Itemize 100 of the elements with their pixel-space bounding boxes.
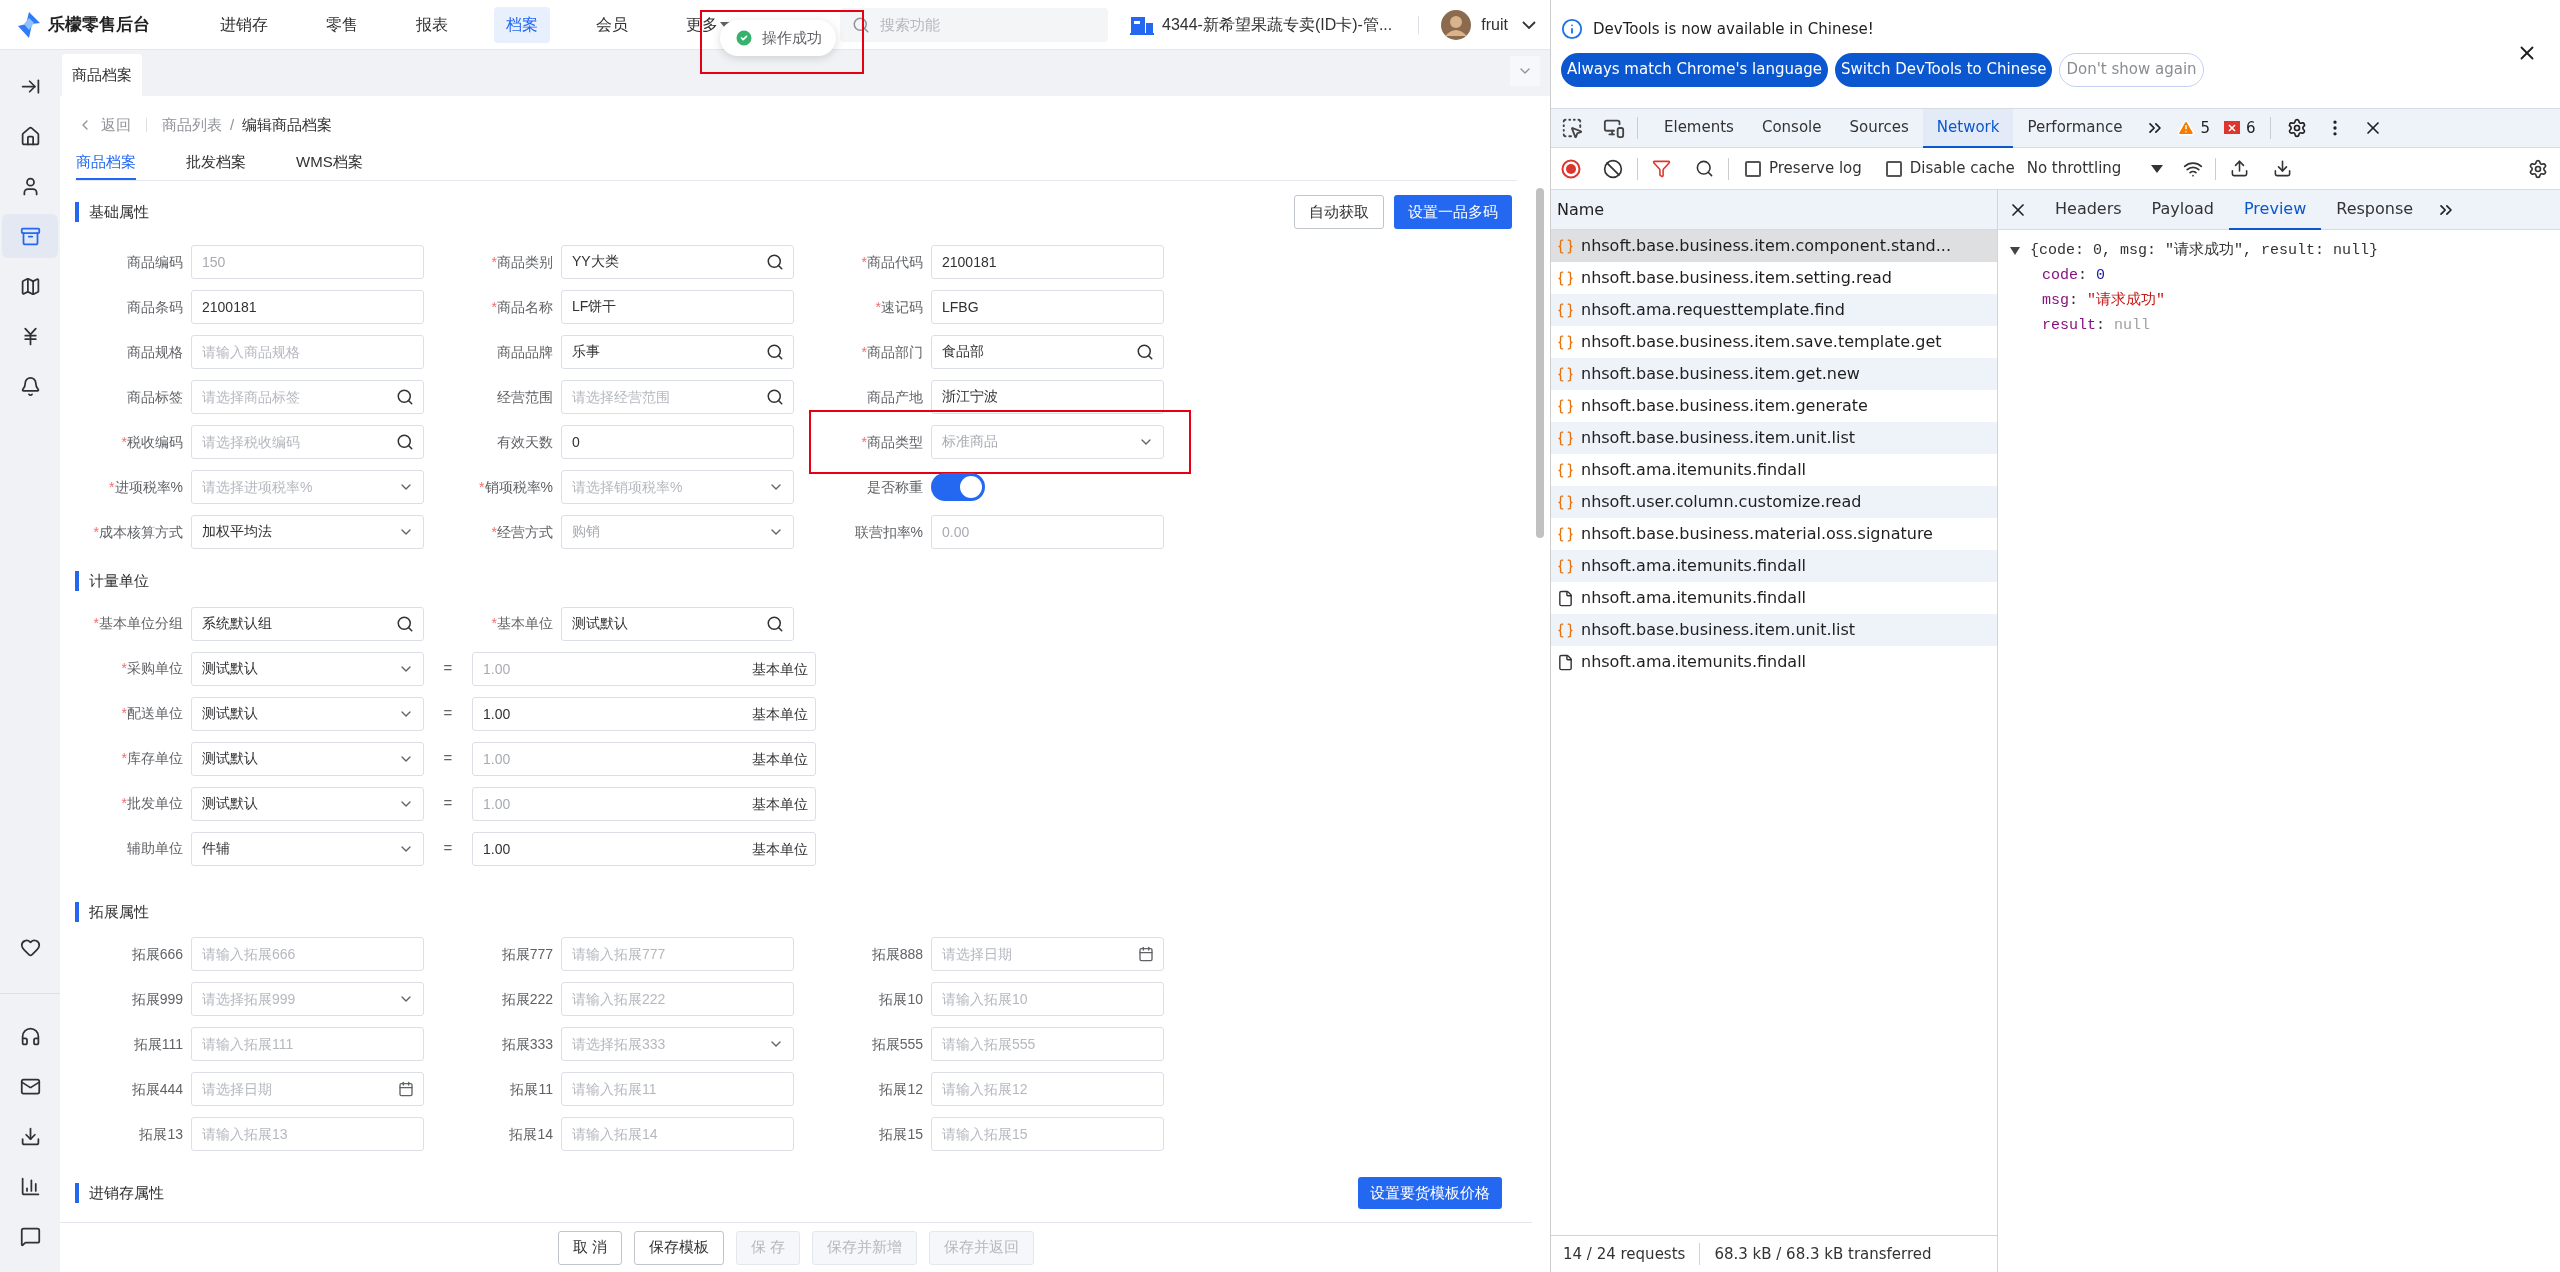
input-field[interactable]: 请输入拓展12 xyxy=(931,1072,1164,1106)
warning-count[interactable]: 5 xyxy=(2200,116,2211,140)
action-button[interactable]: 设置一品多码 xyxy=(1394,195,1512,229)
template-price-button[interactable]: 设置要货模板价格 xyxy=(1358,1177,1502,1209)
devtools-tab[interactable]: Console xyxy=(1747,108,1836,148)
input-field[interactable]: 请输入拓展222 xyxy=(561,982,794,1016)
infobar-button[interactable]: Switch DevTools to Chinese xyxy=(1834,52,2053,87)
input-field[interactable]: 请输入拓展666 xyxy=(191,937,424,971)
footer-button[interactable]: 保存模板 xyxy=(634,1230,724,1265)
page-tab[interactable]: 商品档案 xyxy=(62,54,142,96)
request-row[interactable]: nhsoft.ama.requesttemplate.find xyxy=(1551,294,1997,326)
input-field[interactable]: 系统默认组 xyxy=(191,606,424,641)
input-field[interactable]: 请选择商品标签 xyxy=(191,380,424,414)
form-tab[interactable]: 商品档案 xyxy=(76,146,136,180)
select-field[interactable]: 测试默认 xyxy=(191,786,424,821)
map-icon xyxy=(19,275,41,297)
select-field[interactable]: 请选择拓展333 xyxy=(561,1027,794,1061)
inspect-icon[interactable] xyxy=(1561,117,1583,139)
request-row[interactable]: nhsoft.base.business.item.unit.list xyxy=(1551,422,1997,454)
detail-tab[interactable]: Payload xyxy=(2136,189,2229,230)
date-field[interactable]: 请选择日期 xyxy=(931,937,1164,971)
input-field[interactable]: LF饼干 xyxy=(561,290,794,324)
devtools-tab[interactable]: Elements xyxy=(1650,108,1748,148)
preserve-log-checkbox[interactable]: Preserve log xyxy=(1745,157,1862,180)
input-field[interactable]: 请输入拓展13 xyxy=(191,1117,424,1151)
scrollbar-thumb[interactable] xyxy=(1536,188,1544,538)
input-field[interactable]: 请输入拓展15 xyxy=(931,1117,1164,1151)
input-field[interactable]: 浙江宁波 xyxy=(931,380,1164,414)
select-field[interactable]: 测试默认 xyxy=(191,741,424,776)
download-icon[interactable] xyxy=(2273,159,2293,178)
settings-icon[interactable] xyxy=(2528,158,2548,179)
devtools-tab[interactable]: Network xyxy=(1922,108,2014,148)
select-field[interactable]: 测试默认 xyxy=(191,696,424,731)
select-field[interactable]: 请选择拓展999 xyxy=(191,982,424,1016)
request-row[interactable]: nhsoft.ama.itemunits.findall xyxy=(1551,550,1997,582)
store-name[interactable]: 4344-新希望果蔬专卖(ID卡)-管... xyxy=(1162,12,1393,37)
action-button[interactable]: 自动获取 xyxy=(1294,195,1384,229)
disable-cache-checkbox[interactable]: Disable cache xyxy=(1885,157,2015,180)
date-field[interactable]: 请选择日期 xyxy=(191,1072,424,1106)
settings-icon[interactable] xyxy=(2286,118,2307,138)
user-name[interactable]: fruit xyxy=(1481,12,1508,37)
input-field[interactable]: YY大类 xyxy=(561,245,794,279)
input-field[interactable]: LFBG xyxy=(931,290,1164,324)
input-field[interactable]: 请输入拓展555 xyxy=(931,1027,1164,1061)
field-label: 拓展777 xyxy=(500,944,553,964)
footer-button[interactable]: 取 消 xyxy=(557,1230,622,1265)
search-icon[interactable] xyxy=(1695,159,1714,178)
input-field[interactable]: 请输入拓展11 xyxy=(561,1072,794,1106)
nav-tab[interactable]: 零售 xyxy=(314,6,370,43)
devtools-tab[interactable]: Sources xyxy=(1835,108,1923,148)
select-field[interactable]: 件辅 xyxy=(191,831,424,866)
nav-tab[interactable]: 档案 xyxy=(494,6,550,43)
request-row[interactable]: nhsoft.user.column.customize.read xyxy=(1551,486,1997,518)
input-field[interactable]: 请选择经营范围 xyxy=(561,380,794,414)
search-icon xyxy=(852,15,870,34)
detail-tab[interactable]: Headers xyxy=(2040,189,2137,230)
select-field[interactable]: 请选择进项税率% xyxy=(191,470,424,504)
select-field[interactable]: 加权平均法 xyxy=(191,515,424,549)
input-field[interactable]: 2100181 xyxy=(191,290,424,324)
nav-tab[interactable]: 进销存 xyxy=(208,6,280,43)
input-field[interactable]: 请选择税收编码 xyxy=(191,425,424,459)
nav-tab[interactable]: 报表 xyxy=(404,6,460,43)
detail-tab[interactable]: Preview xyxy=(2229,189,2322,230)
request-row[interactable]: nhsoft.base.business.item.get.new xyxy=(1551,358,1997,390)
equals-sign: = xyxy=(442,793,454,814)
search-field[interactable]: 搜索功能 xyxy=(840,7,1108,42)
input-field[interactable]: 请输入拓展14 xyxy=(561,1117,794,1151)
input-field[interactable]: 请输入拓展777 xyxy=(561,937,794,971)
form-tab[interactable]: 批发档案 xyxy=(186,146,246,180)
input-field[interactable]: 食品部 xyxy=(931,335,1164,369)
column-header[interactable]: Name xyxy=(1551,190,1997,230)
upload-icon[interactable] xyxy=(2230,159,2250,178)
select-field[interactable]: 测试默认 xyxy=(191,651,424,686)
clear-icon[interactable] xyxy=(1603,158,1623,179)
select-field[interactable]: 请选择销项税率% xyxy=(561,470,794,504)
error-count[interactable]: 6 xyxy=(2246,116,2256,140)
nav-tab[interactable]: 会员 xyxy=(584,6,640,43)
detail-tab[interactable]: Response xyxy=(2321,189,2429,230)
input-field[interactable]: 0 xyxy=(561,425,794,459)
avatar[interactable] xyxy=(1441,9,1472,40)
input-field[interactable]: 2100181 xyxy=(931,245,1164,279)
input-field[interactable]: 乐事 xyxy=(561,335,794,369)
unit-suffix: 基本单位 xyxy=(752,704,808,724)
field-label: 拓展11 xyxy=(509,1079,553,1099)
request-row[interactable]: nhsoft.base.business.item.component.stand... xyxy=(1551,230,1997,262)
input-field[interactable]: 请输入拓展111 xyxy=(191,1027,424,1061)
request-row[interactable]: nhsoft.base.business.item.unit.list xyxy=(1551,614,1997,646)
expand-triangle-icon[interactable] xyxy=(2010,246,2020,255)
device-icon[interactable] xyxy=(1603,117,1625,139)
form-tab[interactable]: WMS档案 xyxy=(296,146,363,180)
throttling-select[interactable]: No throttling xyxy=(2026,157,2164,180)
input-field[interactable]: 请输入商品规格 xyxy=(191,335,424,369)
infobar-button[interactable]: Always match Chrome's language xyxy=(1561,52,1828,87)
calendar-icon xyxy=(1138,946,1154,962)
record-icon[interactable] xyxy=(1561,158,1581,179)
devtools-tab[interactable]: Performance xyxy=(2013,108,2137,148)
toggle-switch[interactable] xyxy=(931,473,985,501)
input-field[interactable]: 请输入拓展10 xyxy=(931,982,1164,1016)
input-field[interactable]: 测试默认 xyxy=(561,606,794,641)
filter-icon[interactable] xyxy=(1652,159,1671,178)
